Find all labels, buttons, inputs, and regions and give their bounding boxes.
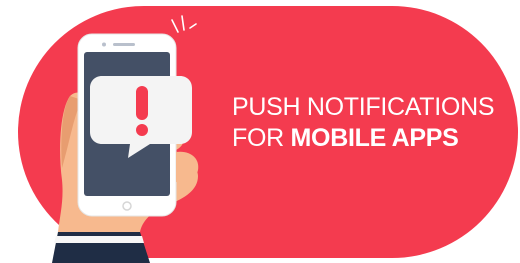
headline-line-2: FOR MOBILE APPS [232,123,520,154]
headline-line-2-emphasis: MOBILE APPS [290,124,459,152]
headline: PUSH NOTIFICATIONS FOR MOBILE APPS [232,92,520,154]
sleeve-stripe [54,236,144,243]
headline-line-1: PUSH NOTIFICATIONS [232,93,495,121]
exclamation-icon [136,86,148,136]
headline-line-2-prefix: FOR [232,124,291,152]
phone-speaker [113,43,135,46]
phone-camera [102,42,106,47]
